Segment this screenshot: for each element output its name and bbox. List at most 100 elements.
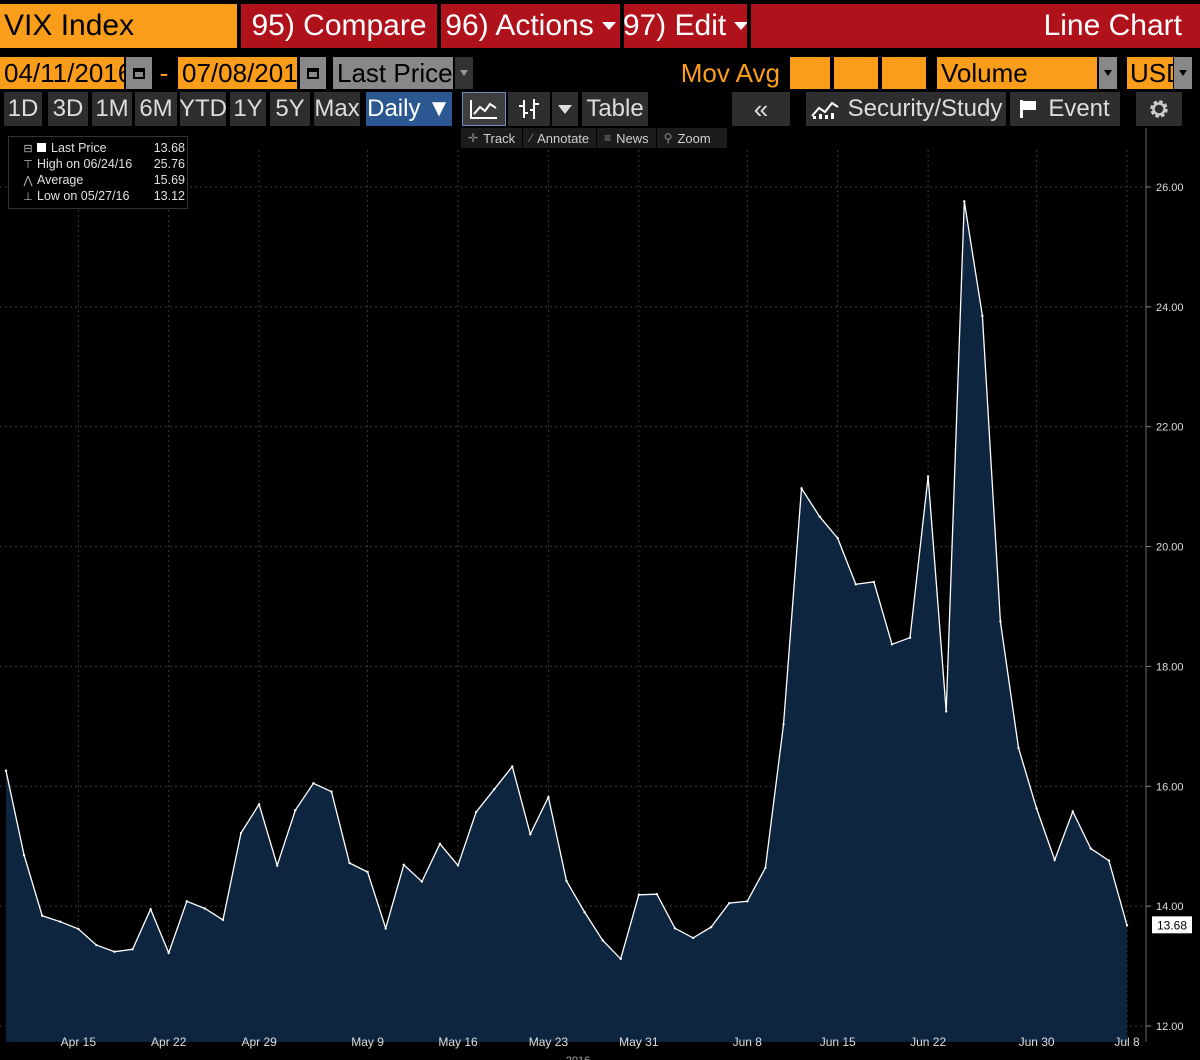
mov-avg-field-3[interactable] [882, 57, 926, 89]
range-1m[interactable]: 1M [92, 92, 132, 126]
chevron-down-icon [558, 104, 572, 114]
security-study-button[interactable]: Security/Study [806, 92, 1006, 126]
price-point [691, 936, 695, 940]
event-button[interactable]: Event [1010, 92, 1120, 126]
mov-avg-field-2[interactable] [834, 57, 878, 89]
compare-button[interactable]: 95) Compare [241, 4, 437, 48]
line-chart-icon [470, 100, 497, 119]
price-point [366, 870, 369, 874]
line-chart-button[interactable] [462, 92, 506, 126]
y-tick-label: 26.00 [1156, 182, 1184, 194]
legend-low[interactable]: ⊥ Low on 05/27/16 13.12 [19, 188, 185, 204]
actions-button[interactable]: 96) Actions [441, 4, 620, 48]
price-point [420, 880, 424, 883]
price-point [95, 943, 98, 947]
price-point [746, 900, 749, 903]
currency-select[interactable]: USD [1127, 57, 1173, 89]
price-point [438, 842, 442, 846]
range-1d[interactable]: 1D [4, 92, 42, 126]
price-point [276, 864, 279, 867]
bar-chart-button[interactable] [508, 92, 550, 126]
legend-toggle-icon: ⊟ [23, 142, 33, 155]
range-max[interactable]: Max [314, 92, 360, 126]
news-tool[interactable]: ≡ News [597, 128, 657, 148]
range-3d[interactable]: 3D [48, 92, 88, 126]
chevron-down-icon [460, 70, 468, 76]
annotate-label: Annotate [537, 130, 590, 146]
legend-avg-label: Average [37, 173, 84, 187]
crosshair-icon: ✛ [468, 131, 479, 145]
price-point [456, 864, 460, 867]
pencil-icon: ∕ [530, 131, 533, 145]
end-date-field[interactable]: 07/08/2016 [178, 57, 297, 89]
mov-avg-label: Mov Avg [680, 57, 780, 88]
price-point [999, 620, 1002, 623]
y-tick-label: 14.00 [1156, 901, 1184, 913]
period-select[interactable]: Daily ▼ [366, 92, 452, 126]
last-value-label: 13.68 [1157, 918, 1187, 932]
price-point [131, 948, 134, 951]
legend-last-label: Last Price [51, 141, 107, 155]
price-point [167, 951, 170, 955]
price-point [782, 723, 785, 726]
high-marker-icon: ⊤ [23, 158, 33, 171]
security-field[interactable]: VIX Index [0, 4, 237, 48]
track-label: Track [483, 130, 516, 146]
price-point [800, 487, 803, 490]
chevron-down-icon [1179, 70, 1187, 76]
price-point [330, 790, 333, 793]
legend-average[interactable]: ⋀ Average 15.69 [19, 172, 185, 188]
start-date-field[interactable]: 04/11/2016 [0, 57, 124, 89]
range-5y[interactable]: 5Y [270, 92, 310, 126]
price-chart[interactable]: 12.00 14.00 16.00 18.00 20.00 22.00 24.00 26.00… [0, 128, 1200, 1060]
edit-button[interactable]: 97) Edit [624, 4, 747, 48]
chart-type-dropdown[interactable] [552, 92, 578, 126]
annotate-tool[interactable]: ∕ Annotate [523, 128, 598, 148]
price-point [348, 861, 351, 865]
x-tick-label: May 9 [351, 1035, 384, 1049]
currency-dropdown[interactable] [1174, 57, 1192, 89]
price-point [926, 475, 930, 478]
price-point [185, 900, 189, 903]
legend-last-price[interactable]: ⊟ Last Price 13.68 [19, 140, 185, 156]
mov-avg-field-1[interactable] [790, 57, 830, 89]
price-point [619, 957, 622, 961]
price-point [59, 920, 62, 923]
y-tick-label: 24.00 [1156, 302, 1184, 314]
collapse-button[interactable]: « [732, 92, 790, 126]
volume-select[interactable]: Volume [937, 57, 1097, 89]
calendar-button[interactable] [300, 57, 326, 89]
volume-dropdown[interactable] [1099, 57, 1117, 89]
track-tool[interactable]: ✛ Track [461, 128, 524, 148]
event-label: Event [1048, 95, 1110, 122]
price-point [1035, 807, 1038, 810]
price-point [1107, 859, 1111, 862]
price-point [601, 939, 604, 942]
chart-tools-bar: ✛ Track ∕ Annotate ≡ News ⚲ Zoom [461, 128, 727, 148]
price-point [854, 583, 857, 586]
price-point [565, 879, 568, 883]
range-6m[interactable]: 6M [135, 92, 177, 126]
table-button[interactable]: Table [582, 92, 648, 126]
legend-low-label: Low on 05/27/16 [37, 189, 130, 203]
price-point [728, 901, 731, 905]
settings-button[interactable] [1136, 92, 1182, 126]
chevron-down-icon [601, 22, 616, 30]
double-chevron-left-icon: « [753, 93, 769, 124]
price-point [963, 200, 966, 203]
range-1y[interactable]: 1Y [230, 92, 266, 126]
price-field-dropdown[interactable] [455, 57, 473, 89]
calendar-button[interactable] [126, 57, 152, 89]
chevron-down-icon [1104, 70, 1112, 76]
price-point [312, 782, 315, 785]
price-field-select[interactable]: Last Price [333, 57, 453, 89]
price-point [583, 910, 586, 914]
price-point [709, 925, 713, 929]
legend-low-value: 13.12 [153, 189, 185, 203]
security-study-label: Security/Study [847, 95, 1003, 122]
legend-high[interactable]: ⊤ High on 06/24/16 25.76 [19, 156, 185, 172]
range-ytd[interactable]: YTD [180, 92, 226, 126]
x-tick-label: May 16 [438, 1035, 478, 1049]
price-point [818, 515, 821, 518]
zoom-tool[interactable]: ⚲ Zoom [657, 128, 718, 148]
